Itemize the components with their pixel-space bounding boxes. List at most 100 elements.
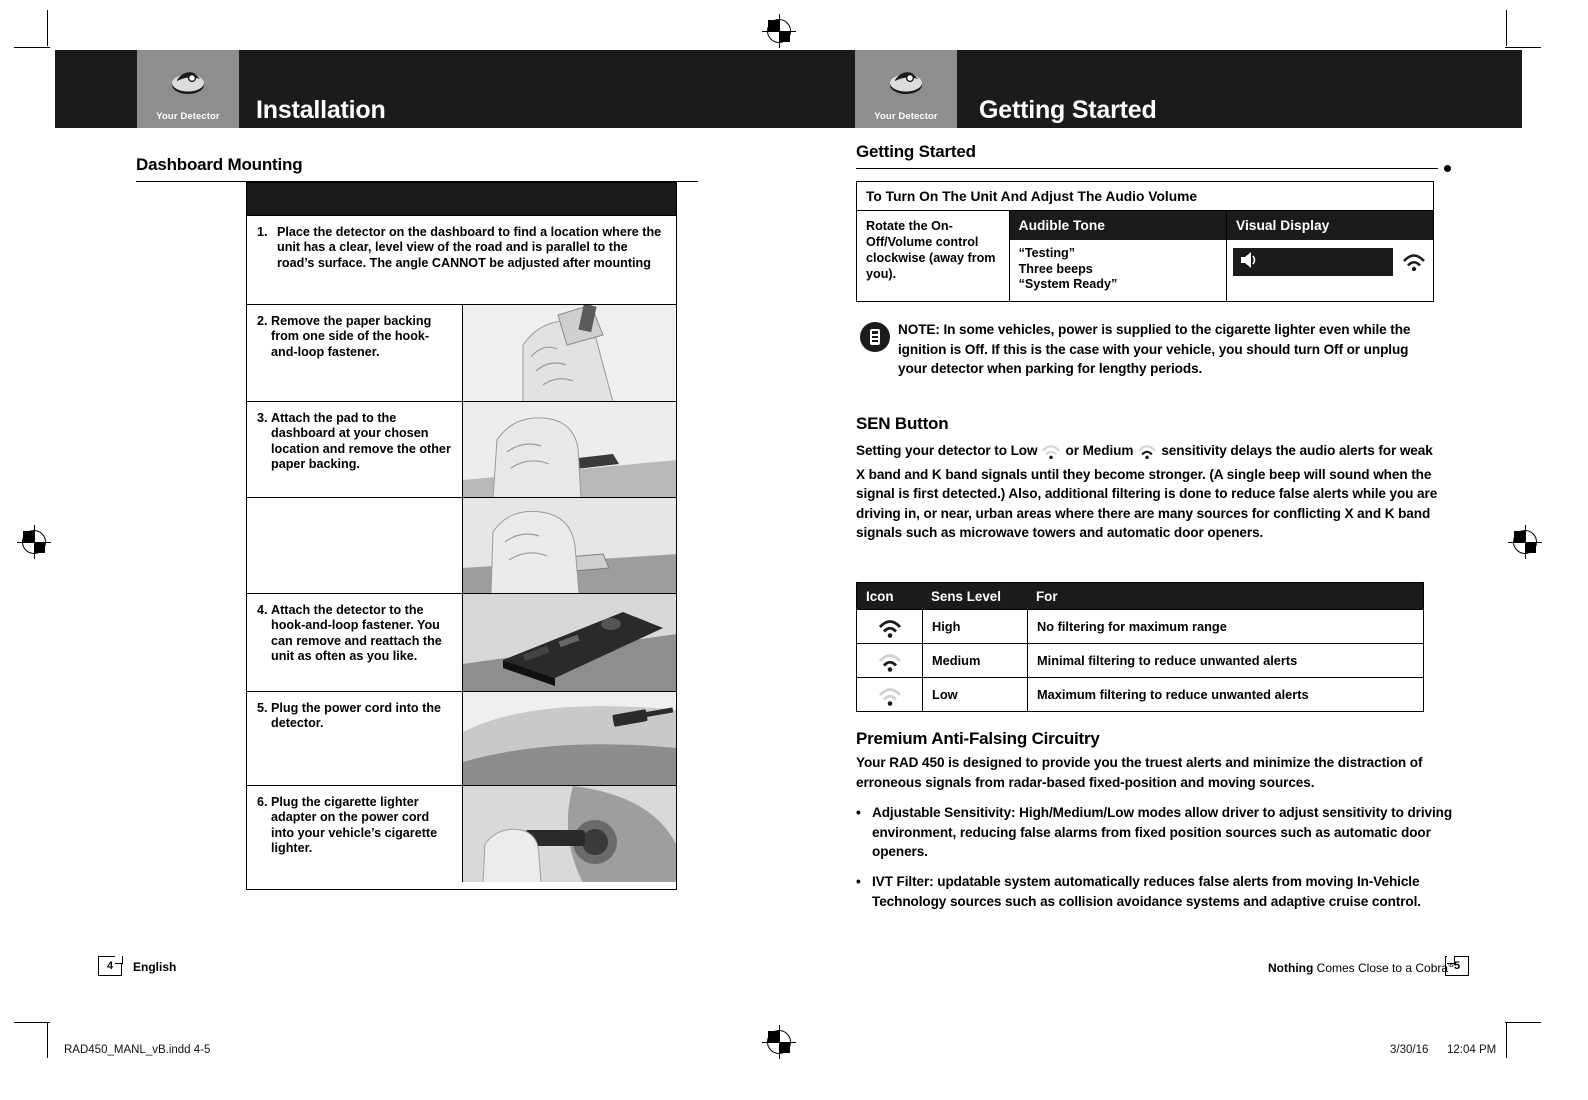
step-5-number: 5.: [257, 701, 268, 715]
table-row: Low Maximum filtering to reduce unwanted…: [857, 677, 1423, 711]
audible-tone-column: Audible Tone “Testing” Three beeps “Syst…: [1008, 211, 1226, 301]
print-date: 3/30/16: [1390, 1044, 1429, 1056]
note-body: In some vehicles, power is supplied to t…: [898, 322, 1411, 377]
step-5-label: Plug the power cord into the detector.: [271, 701, 442, 731]
right-banner-title: Getting Started: [979, 96, 1157, 124]
step-6-text: 6. Plug the cigarette lighter adapter on …: [247, 786, 462, 882]
volume-bar-display: [1233, 248, 1427, 276]
audible-line-2: Three beeps: [1018, 261, 1093, 276]
power-cord-plug-photo: [462, 692, 676, 785]
detector-on-dashboard-photo: [462, 594, 676, 691]
audible-line-3: “System Ready”: [1018, 277, 1118, 292]
right-page-fold: [1447, 956, 1455, 964]
registration-mark-right: [1508, 525, 1542, 559]
step-4-number: 4.: [257, 603, 268, 617]
left-footer-language: English: [133, 960, 177, 974]
table-row: High No filtering for maximum range: [857, 609, 1423, 643]
left-page-fold: [115, 956, 123, 964]
premium-paragraph: Your RAD 450 is designed to provide you …: [856, 755, 1423, 790]
crop-mark-bl-v: [47, 1022, 48, 1058]
audible-tone-header: Audible Tone: [1009, 211, 1226, 240]
tagline-bold: Nothing: [1268, 961, 1314, 975]
table-row: 1. Place the detector on the dashboard to…: [247, 215, 676, 304]
sens-level-high: High: [922, 610, 1027, 643]
table-row: 5. Plug the power cord into the detector.: [247, 691, 676, 785]
note-label: NOTE:: [898, 322, 940, 337]
left-tab-label: Your Detector: [156, 111, 220, 122]
signal-high-icon: [1401, 249, 1427, 276]
hand-peeling-fastener-photo: [462, 305, 676, 401]
step-6-label: Plug the cigarette lighter adapter on th…: [271, 795, 438, 856]
signal-high-icon: [857, 616, 922, 638]
audio-table-title: To Turn On The Unit And Adjust The Audio…: [857, 182, 1433, 211]
visual-display-body: [1227, 240, 1433, 284]
step-2-label: Remove the paper backing from one side o…: [271, 314, 432, 359]
table-header-bar: [247, 183, 676, 215]
step-1-number: 1.: [257, 225, 268, 239]
premium-bullet-1: • Adjustable Sensitivity: High/Medium/Lo…: [856, 803, 1456, 862]
table-row: [247, 497, 676, 593]
right-section-rule-dot: [1444, 165, 1451, 172]
step-6-number: 6.: [257, 795, 268, 809]
premium-heading: Premium Anti-Falsing Circuitry: [856, 729, 1100, 748]
tagline-rest: Comes Close to a Cobra: [1313, 961, 1449, 975]
step-2-number: 2.: [257, 314, 268, 328]
signal-low-icon: [1040, 441, 1062, 465]
step-1-part-c: The angle CANNOT be adjusted after mount…: [366, 255, 651, 270]
hand-removing-backing-photo: [462, 498, 676, 593]
audible-line-1: “Testing”: [1018, 246, 1076, 260]
sen-part-a: Setting your detector to: [856, 443, 1011, 458]
crop-mark-tr-h: [1505, 47, 1541, 48]
table-row: 6. Plug the cigarette lighter adapter on …: [247, 785, 676, 882]
sens-header-icon: Icon: [866, 588, 894, 604]
step-3-number: 3.: [257, 411, 268, 425]
step-3-text: 3. Attach the pad to the dashboard at you…: [247, 402, 462, 497]
bullet-2-rest: updatable system automatically reduces f…: [872, 874, 1421, 909]
step-2-text: 2. Remove the paper backing from one side…: [247, 305, 462, 401]
dashboard-mounting-table: 1. Place the detector on the dashboard to…: [246, 182, 677, 890]
visual-display-header: Visual Display: [1227, 211, 1433, 240]
crop-mark-tr-v: [1506, 10, 1507, 46]
detector-icon: [885, 64, 927, 98]
left-section-title: Dashboard Mounting: [136, 155, 303, 174]
right-footer-tagline: Nothing Comes Close to a Cobra®: [1268, 959, 1455, 975]
speaker-icon: [1239, 251, 1259, 274]
bullet-marker: •: [856, 874, 861, 889]
sensitivity-table: Icon Sens Level For High No filtering fo…: [856, 582, 1424, 712]
crop-mark-br-v: [1506, 1022, 1507, 1058]
sens-for-low: Maximum filtering to reduce unwanted ale…: [1027, 678, 1423, 711]
left-banner-tab: Your Detector: [137, 50, 239, 128]
crop-mark-tl-v: [47, 10, 48, 46]
sen-heading: SEN Button: [856, 414, 949, 433]
bullet-1-bold: Adjustable Sensitivity:: [872, 805, 1016, 820]
registration-mark-top: [762, 14, 796, 48]
sens-level-medium: Medium: [922, 644, 1027, 677]
sensitivity-table-header: Icon Sens Level For: [857, 583, 1423, 609]
table-row: Medium Minimal filtering to reduce unwan…: [857, 643, 1423, 677]
print-time: 12:04 PM: [1447, 1044, 1497, 1056]
right-banner-tab: Your Detector: [855, 50, 957, 128]
step-4-text: 4. Attach the detector to the hook-and-lo…: [247, 594, 462, 691]
hand-attaching-pad-photo: [462, 402, 676, 497]
signal-medium-icon: [1136, 441, 1158, 465]
sen-paragraph: Setting your detector to Low or Medium s…: [856, 441, 1441, 543]
audio-table-row: Rotate the On-Off/Volume control clockwi…: [857, 211, 1433, 301]
audible-tone-body: “Testing” Three beeps “System Ready”: [1010, 240, 1226, 301]
visual-display-column: Visual Display: [1226, 211, 1433, 301]
signal-low-icon: [857, 684, 922, 706]
right-section-rule: [856, 168, 1438, 169]
instruction-part-a: Rotate the: [866, 219, 932, 233]
audio-volume-table: To Turn On The Unit And Adjust The Audio…: [856, 181, 1434, 302]
sen-medium-label: Medium: [1082, 443, 1134, 458]
registration-mark-bottom: [762, 1025, 796, 1059]
cigarette-lighter-photo: [462, 786, 676, 882]
sens-header-level: Sens Level: [931, 588, 1001, 604]
print-filename: RAD450_MANL_vB.indd 4-5: [64, 1044, 211, 1056]
left-banner-title: Installation: [256, 96, 386, 124]
sens-for-high: No filtering for maximum range: [1027, 610, 1423, 643]
detector-icon: [167, 64, 209, 98]
note-icon: [860, 322, 890, 352]
crop-mark-br-h: [1505, 1022, 1541, 1023]
table-row: 2. Remove the paper backing from one side…: [247, 304, 676, 401]
step-3-label: Attach the pad to the dashboard at your …: [271, 411, 451, 472]
